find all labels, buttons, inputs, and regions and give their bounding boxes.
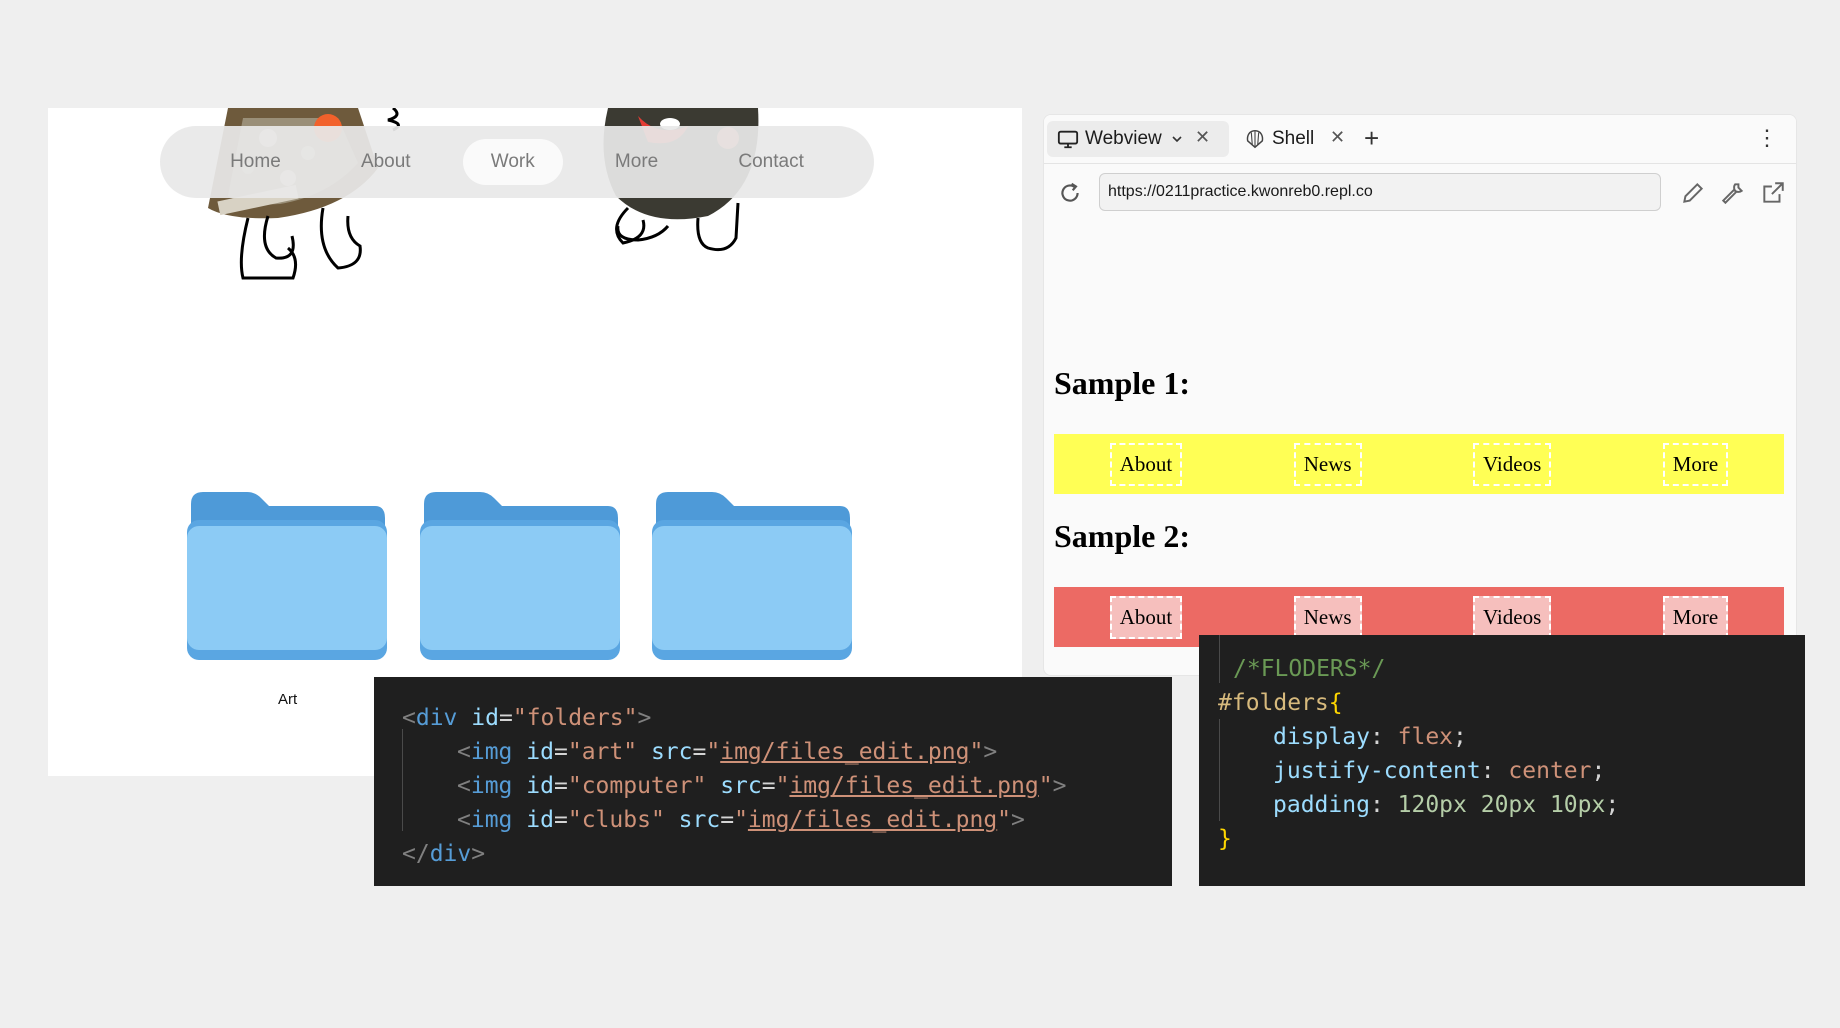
sample1-link-more[interactable]: More (1662, 442, 1729, 486)
code-line-4: <img id="clubs" src="img/files_edit.png"… (457, 807, 1025, 833)
code-line-2: <img id="art" src="img/files_edit.png"> (457, 739, 998, 765)
nav-link-work[interactable]: Work (462, 139, 563, 185)
nav-link-about[interactable]: About (333, 139, 439, 185)
pencil-icon[interactable] (1680, 180, 1706, 206)
nav-link-more[interactable]: More (587, 139, 686, 185)
more-vertical-icon[interactable]: ⋮ (1756, 125, 1778, 151)
sample2-title: Sample 2: (1054, 518, 1190, 554)
folder-label-art: Art (278, 691, 298, 708)
css-rule-justify-content: justify-content: center; (1273, 758, 1606, 784)
tab-shell-close-icon[interactable]: ✕ (1330, 127, 1345, 148)
reload-icon[interactable] (1057, 180, 1083, 206)
css-selector-line: #folders{ (1218, 690, 1343, 716)
tab-shell[interactable]: Shell ✕ (1234, 121, 1384, 157)
folder-computer-icon[interactable] (418, 490, 622, 662)
external-link-icon[interactable] (1760, 180, 1786, 206)
tab-bar: Webview ✕ Shell ✕ + ⋮ (1044, 115, 1796, 164)
css-comment-line: /*FLODERS*/ (1233, 656, 1386, 682)
folder-art-icon[interactable] (185, 490, 389, 662)
chevron-down-icon[interactable] (1170, 132, 1184, 146)
tab-webview-label: Webview (1085, 128, 1162, 149)
tab-webview[interactable]: Webview ✕ (1047, 121, 1229, 157)
nav-link-home[interactable]: Home (202, 139, 309, 185)
sample1-nav-bar: About News Videos More (1054, 434, 1784, 494)
indent-guide (1219, 719, 1220, 821)
main-nav: Home About Work More Contact (160, 126, 874, 198)
folder-clubs-icon[interactable] (650, 490, 854, 662)
tab-shell-label: Shell (1272, 128, 1315, 149)
sample1-title: Sample 1: (1054, 365, 1190, 401)
sample1-link-videos[interactable]: Videos (1473, 442, 1552, 486)
code-line-1: <div id="folders"> (402, 705, 652, 731)
sample1-link-about[interactable]: About (1109, 442, 1183, 486)
sample2-link-videos[interactable]: Videos (1473, 595, 1552, 639)
code-line-5: </div> (402, 841, 486, 867)
sample2-link-more[interactable]: More (1662, 595, 1729, 639)
sample2-link-news[interactable]: News (1293, 595, 1362, 639)
address-row (1044, 163, 1796, 225)
add-tab-icon[interactable]: + (1364, 123, 1379, 154)
css-rule-display: display: flex; (1273, 724, 1467, 750)
code-line-3: <img id="computer" src="img/files_edit.p… (457, 773, 1067, 799)
css-code-snippet: /*FLODERS*/ #folders{ display: flex; jus… (1199, 635, 1805, 886)
css-close-brace-line: } (1218, 826, 1232, 852)
sample2-link-about[interactable]: About (1109, 595, 1183, 639)
nav-link-contact[interactable]: Contact (710, 139, 831, 185)
html-code-snippet: <div id="folders"> <img id="art" src="im… (374, 677, 1172, 886)
url-input[interactable] (1099, 173, 1661, 211)
wrench-icon[interactable] (1720, 180, 1746, 206)
tab-webview-close-icon[interactable]: ✕ (1195, 127, 1210, 148)
webview-panel: Webview ✕ Shell ✕ + ⋮ https://0211practi… (1043, 114, 1797, 676)
site-preview: Home About Work More Contact Art (48, 108, 1022, 776)
css-rule-padding: padding: 120px 20px 10px; (1273, 792, 1620, 818)
sample1-link-news[interactable]: News (1293, 442, 1362, 486)
indent-guide (402, 729, 403, 831)
shell-icon (1246, 130, 1264, 149)
indent-guide (1219, 635, 1220, 683)
monitor-icon (1057, 130, 1079, 149)
